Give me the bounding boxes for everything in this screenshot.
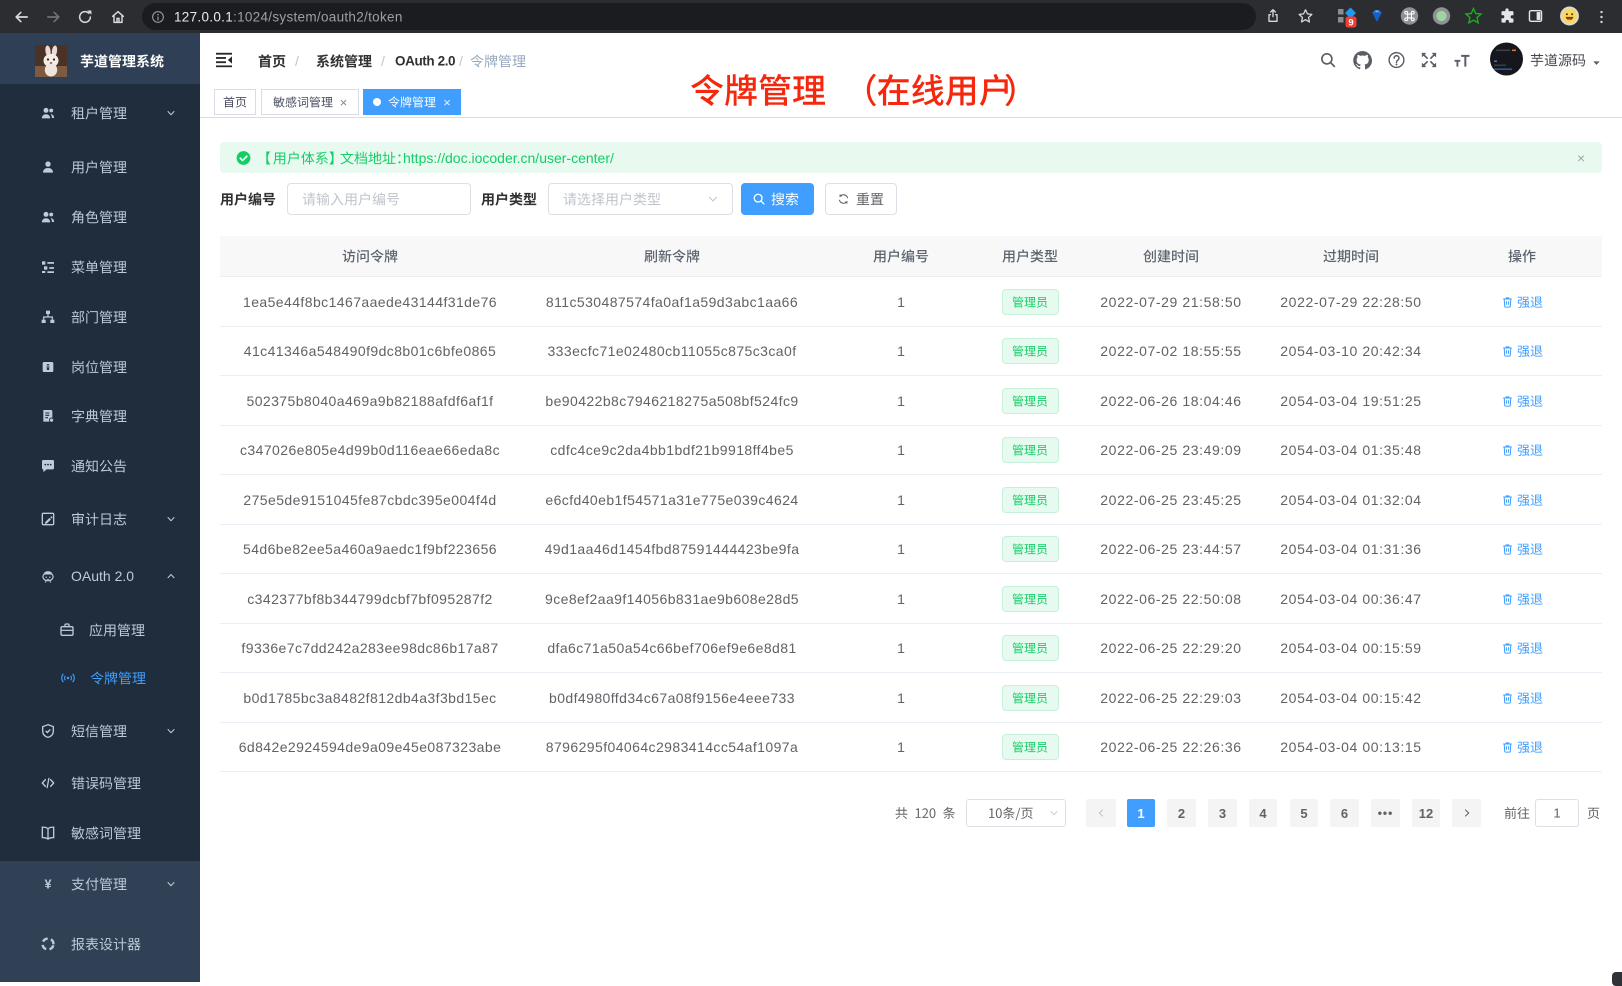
svg-text:¥: ¥ [44,877,51,891]
svg-text:9: 9 [1348,17,1353,28]
